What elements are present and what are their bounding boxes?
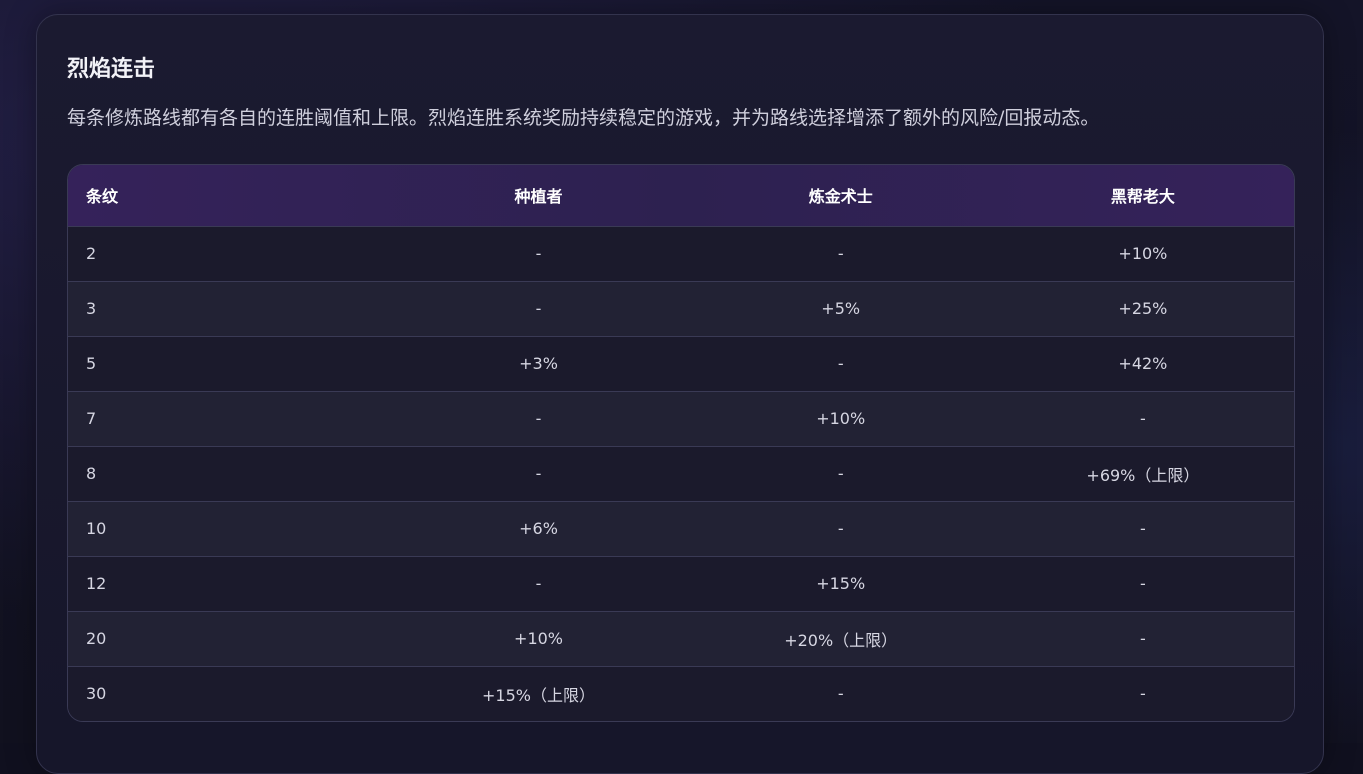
cell-grower: -	[535, 409, 542, 428]
cell-alchemist: -	[837, 684, 844, 704]
cell-grower: -	[535, 574, 542, 593]
cell-grower: +3%	[519, 354, 558, 373]
cell-alchemist: -	[837, 464, 844, 483]
cell-gang-boss: +69%（上限）	[1086, 465, 1200, 485]
cell-streak: 3	[86, 299, 97, 318]
header-alchemist: 炼金术士	[808, 187, 873, 207]
cell-gang-boss: +10%	[1118, 244, 1168, 263]
cell-alchemist: +15%	[816, 574, 866, 593]
streak-table: 条纹 种植者 炼金术士 黑帮老大 2 - - +10% 3 - +5% +25%	[68, 165, 1294, 721]
cell-grower: -	[535, 244, 542, 263]
cell-gang-boss: +25%	[1118, 299, 1168, 318]
cell-grower: -	[535, 464, 542, 483]
streak-card: 烈焰连击 每条修炼路线都有各自的连胜阈值和上限。烈焰连胜系统奖励持续稳定的游戏，…	[36, 14, 1324, 774]
cell-streak: 30	[86, 684, 107, 704]
cell-alchemist: +20%（上限）	[784, 630, 898, 650]
cell-grower: +15%（上限）	[482, 685, 595, 705]
table-row: 30 +15%（上限） - -	[68, 666, 1294, 721]
cell-alchemist: -	[837, 519, 844, 538]
cell-streak: 12	[86, 574, 107, 593]
table-body: 2 - - +10% 3 - +5% +25% 5 +3% - +42% 7 -…	[68, 226, 1294, 721]
header-gang-boss: 黑帮老大	[1110, 187, 1175, 207]
table-header: 条纹 种植者 炼金术士 黑帮老大	[68, 165, 1294, 226]
header-streak: 条纹	[86, 187, 119, 207]
table-row: 7 - +10% -	[68, 391, 1294, 446]
header-grower: 种植者	[514, 187, 563, 207]
section-description: 每条修炼路线都有各自的连胜阈值和上限。烈焰连胜系统奖励持续稳定的游戏，并为路线选…	[67, 107, 1100, 129]
table-row: 3 - +5% +25%	[68, 281, 1294, 336]
cell-streak: 20	[86, 629, 107, 648]
section-title: 烈焰连击	[67, 57, 156, 82]
cell-streak: 10	[86, 519, 107, 538]
cell-gang-boss: -	[1140, 684, 1146, 704]
cell-grower: -	[535, 299, 542, 318]
cell-streak: 8	[86, 464, 97, 483]
cell-streak: 2	[86, 244, 97, 263]
cell-gang-boss: -	[1140, 629, 1146, 648]
table-row: 10 +6% - -	[68, 501, 1294, 556]
table-row: 20 +10% +20%（上限） -	[68, 611, 1294, 666]
table-header-row: 条纹 种植者 炼金术士 黑帮老大	[68, 165, 1294, 226]
cell-gang-boss: -	[1140, 574, 1146, 593]
cell-grower: +10%	[514, 629, 563, 648]
cell-alchemist: +5%	[821, 299, 861, 318]
cell-alchemist: -	[837, 354, 844, 373]
table-row: 5 +3% - +42%	[68, 336, 1294, 391]
cell-streak: 7	[86, 409, 97, 428]
cell-gang-boss: +42%	[1118, 354, 1168, 373]
cell-streak: 5	[86, 354, 97, 373]
table-row: 8 - - +69%（上限）	[68, 446, 1294, 501]
cell-gang-boss: -	[1140, 519, 1146, 538]
cell-alchemist: -	[837, 244, 844, 263]
cell-gang-boss: -	[1140, 409, 1146, 428]
streak-table-container: 条纹 种植者 炼金术士 黑帮老大 2 - - +10% 3 - +5% +25%	[67, 164, 1295, 722]
table-row: 2 - - +10%	[68, 226, 1294, 281]
table-row: 12 - +15% -	[68, 556, 1294, 611]
cell-grower: +6%	[519, 519, 558, 538]
cell-alchemist: +10%	[816, 409, 866, 428]
